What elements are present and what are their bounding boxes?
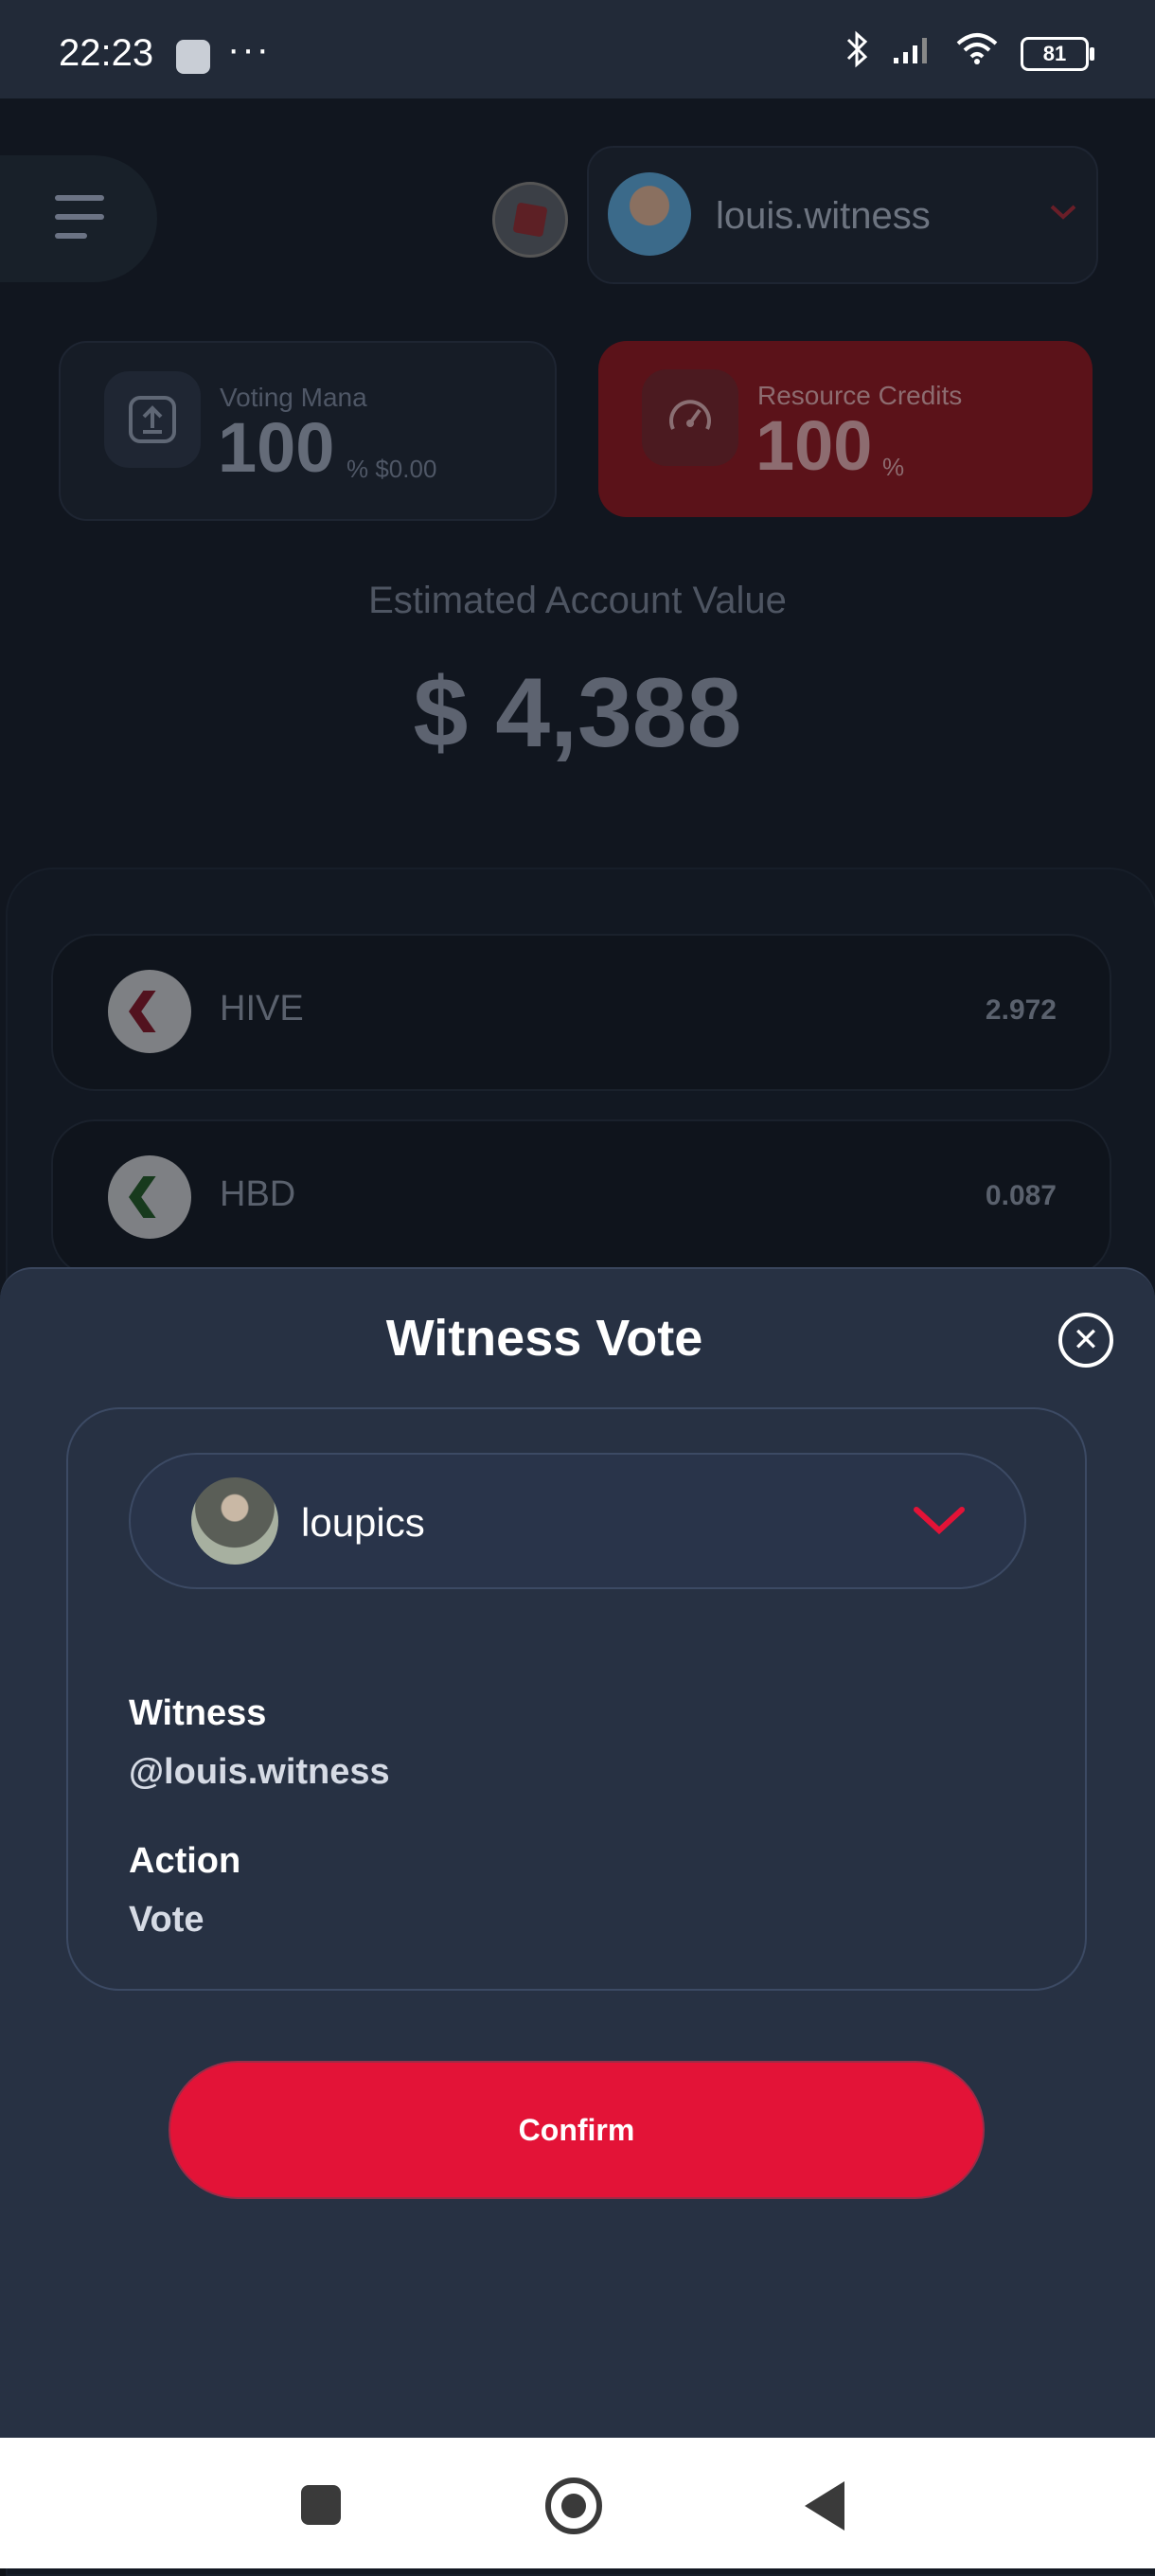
- bluetooth-icon: [844, 30, 871, 77]
- voting-mana-value: 100: [218, 408, 335, 487]
- list-item[interactable]: HBD 0.087: [51, 1119, 1111, 1277]
- hamburger-icon: [55, 195, 104, 252]
- action-value: Vote: [129, 1900, 204, 1940]
- token-name: HIVE: [220, 989, 304, 1029]
- app-logo: [492, 182, 568, 258]
- more-notifications-icon: ···: [227, 28, 271, 70]
- account-dropdown[interactable]: loupics: [129, 1453, 1026, 1589]
- account-selector[interactable]: louis.witness: [587, 146, 1098, 284]
- token-amount: 2.972: [985, 994, 1057, 1026]
- selected-account: loupics: [301, 1500, 425, 1545]
- vote-details-card: loupics Witness @louis.witness Action Vo…: [66, 1407, 1087, 1991]
- token-amount: 0.087: [985, 1180, 1057, 1211]
- status-bar: 22:23 ··· 81: [0, 0, 1155, 98]
- close-button[interactable]: ✕: [1058, 1313, 1113, 1368]
- resource-credits-unit: %: [882, 453, 905, 481]
- signal-icon: [892, 33, 933, 74]
- estimated-value-label: Estimated Account Value: [368, 580, 787, 621]
- status-time: 22:23: [59, 32, 154, 74]
- avatar: [191, 1477, 278, 1565]
- voting-mana-card[interactable]: Voting Mana 100 % $0.00: [59, 341, 557, 521]
- confirm-button[interactable]: Confirm: [169, 2061, 985, 2199]
- gauge-icon: [642, 369, 738, 466]
- modal-title: Witness Vote: [385, 1310, 703, 1367]
- voting-mana-unit: % $0.00: [346, 455, 437, 483]
- witness-vote-sheet: Witness Vote ✕ loupics Witness @louis.wi…: [0, 1267, 1155, 2440]
- token-name: HBD: [220, 1174, 296, 1214]
- home-icon[interactable]: [545, 2478, 602, 2534]
- account-name: louis.witness: [716, 195, 931, 237]
- hive-icon: [108, 970, 191, 1053]
- list-item[interactable]: HIVE 2.972: [51, 934, 1111, 1091]
- back-icon[interactable]: [805, 2481, 844, 2531]
- resource-credits-value: 100: [755, 406, 873, 485]
- witness-label: Witness: [129, 1693, 267, 1733]
- hbd-icon: [108, 1155, 191, 1239]
- resource-credits-card[interactable]: Resource Credits 100 %: [598, 341, 1093, 517]
- status-icons: 81: [844, 30, 1094, 77]
- avatar: [608, 172, 691, 256]
- recents-icon[interactable]: [301, 2485, 341, 2525]
- navigation-bar: [0, 2438, 1155, 2568]
- wifi-icon: [954, 32, 1000, 75]
- battery-icon: 81: [1021, 36, 1094, 71]
- chevron-down-icon: [1049, 193, 1077, 230]
- menu-button[interactable]: [0, 155, 157, 282]
- chevron-down-icon: [914, 1507, 965, 1535]
- upload-icon: [104, 371, 201, 468]
- action-label: Action: [129, 1841, 241, 1881]
- estimated-value: $ 4,388: [413, 658, 742, 768]
- witness-value: @louis.witness: [129, 1752, 390, 1792]
- app-notification-icon: [176, 40, 210, 74]
- close-icon: ✕: [1072, 1322, 1100, 1358]
